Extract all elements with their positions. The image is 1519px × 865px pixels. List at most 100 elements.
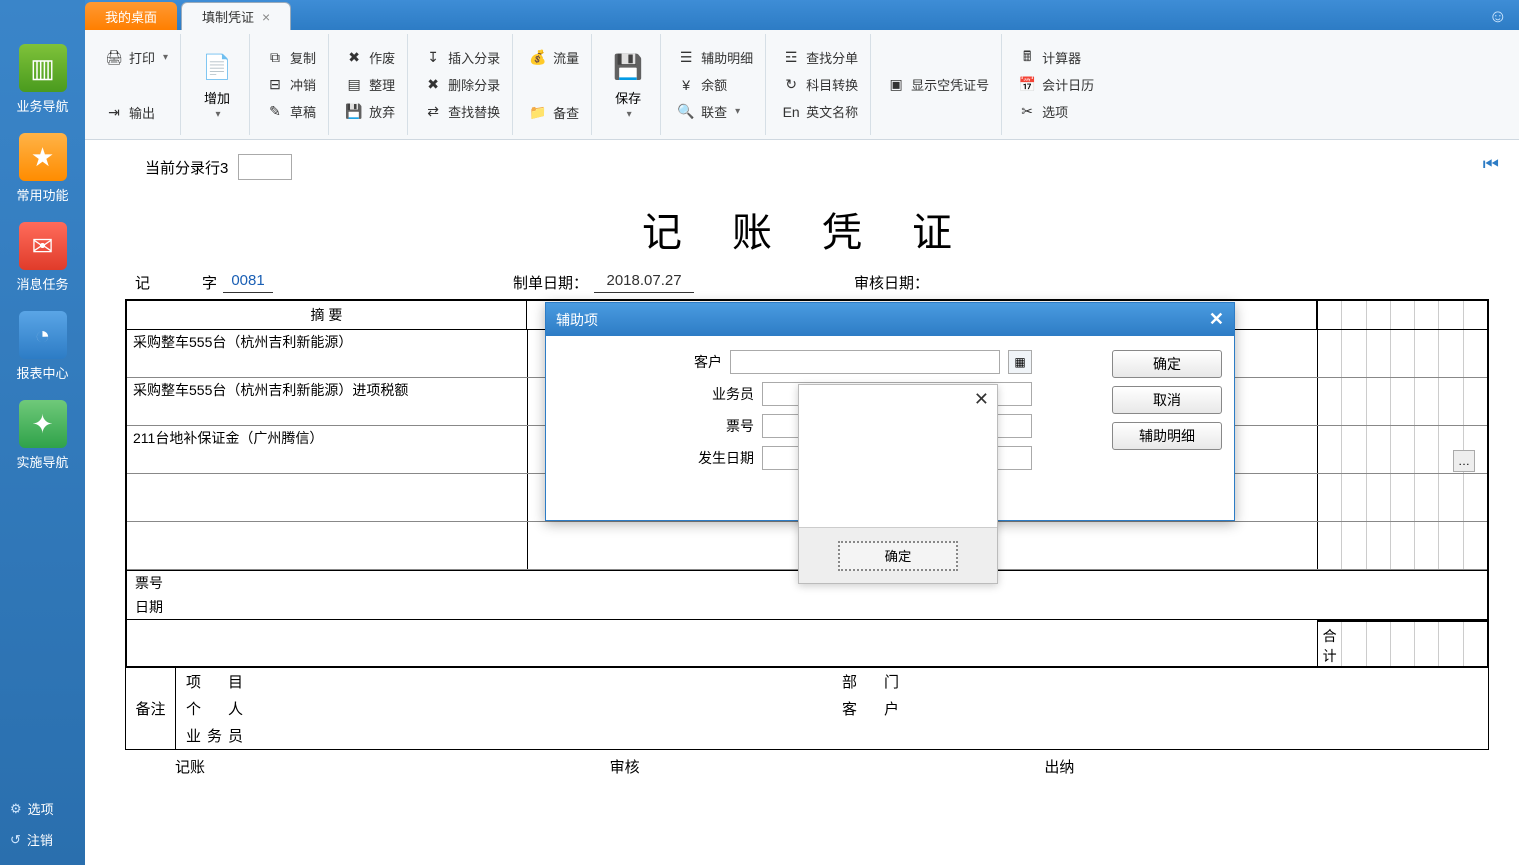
col-summary-head: 摘 要 bbox=[127, 301, 527, 329]
abandon-button[interactable]: 💾放弃 bbox=[341, 100, 399, 123]
flow-button[interactable]: 💰流量 bbox=[525, 46, 583, 69]
sign-cashier: 出纳 bbox=[1044, 756, 1479, 777]
delete-row-button[interactable]: ✖删除分录 bbox=[420, 73, 504, 96]
export-button[interactable]: ⇥输出 bbox=[101, 101, 172, 124]
field-customer-input[interactable] bbox=[730, 350, 1000, 374]
sidebar-options[interactable]: 选项 bbox=[0, 793, 85, 824]
tab-voucher-label: 填制凭证 bbox=[202, 7, 254, 26]
balance-button[interactable]: ¥余额 bbox=[673, 73, 757, 96]
copy-button[interactable]: ⧉复制 bbox=[262, 46, 320, 69]
sidebar-item-label: 实施导航 bbox=[16, 452, 68, 471]
drill-icon: 🔍 bbox=[677, 103, 695, 121]
voucher-summary-cell[interactable] bbox=[127, 522, 528, 569]
make-date-value[interactable]: 2018.07.27 bbox=[594, 272, 694, 293]
subject-convert-button[interactable]: ↻科目转换 bbox=[778, 73, 862, 96]
remarks-sales: 业务员 bbox=[176, 722, 832, 749]
draft-icon: ✎ bbox=[266, 103, 284, 121]
popup-close-icon[interactable]: ✕ bbox=[974, 389, 989, 410]
tools-icon: ✂ bbox=[1018, 103, 1036, 121]
voucher-summary-cell[interactable]: 采购整车555台（杭州吉利新能源） bbox=[127, 330, 528, 377]
field-date-label: 发生日期 bbox=[684, 448, 754, 468]
drill-button[interactable]: 🔍联查 bbox=[673, 100, 757, 123]
print-button[interactable]: 🖨打印 bbox=[101, 46, 172, 69]
sidebar-item-label: 报表中心 bbox=[16, 363, 68, 382]
sidebar-logout[interactable]: 注销 bbox=[0, 824, 85, 855]
english-name-button[interactable]: En英文名称 bbox=[778, 100, 862, 123]
remarks-project: 项 目 bbox=[176, 668, 832, 695]
sign-row: 记账 审核 出纳 bbox=[125, 750, 1489, 777]
tab-desktop[interactable]: 我的桌面 bbox=[85, 2, 177, 30]
add-button[interactable]: 📄 增加 bbox=[193, 46, 241, 124]
delete-icon: ✖ bbox=[424, 76, 442, 94]
sidebar-item-label: 消息任务 bbox=[16, 274, 68, 293]
sidebar-item-biznav[interactable]: ▥ 业务导航 bbox=[0, 38, 85, 121]
printer-icon: 🖨 bbox=[105, 48, 123, 66]
modal-ok-button[interactable]: 确定 bbox=[1112, 350, 1222, 378]
audit-date-label: 审核日期： bbox=[854, 272, 929, 293]
modal-titlebar[interactable]: 辅助项 ✕ bbox=[546, 303, 1234, 336]
balance-icon: ¥ bbox=[677, 76, 695, 94]
arrange-button[interactable]: ▤整理 bbox=[341, 73, 399, 96]
biznav-icon: ▥ bbox=[19, 44, 67, 92]
remarks-customer: 客 户 bbox=[832, 695, 1488, 722]
aux-icon: ☰ bbox=[677, 49, 695, 67]
modal-title-text: 辅助项 bbox=[556, 310, 598, 330]
ribbon-toolbar: 🖨打印 ⇥输出 📄 增加 ⧉复制 ⊟冲销 ✎草稿 ✖作废 ▤整理 💾放弃 ↧插入… bbox=[85, 30, 1519, 140]
en-icon: En bbox=[782, 103, 800, 121]
left-sidebar: ▥ 业务导航 ★ 常用功能 ✉ 消息任务 ◔ 报表中心 ✦ 实施导航 选项 注销 bbox=[0, 0, 85, 865]
voucher-head: 记 字 0081 制单日期： 2018.07.27 审核日期： bbox=[125, 272, 1489, 299]
modal-detail-button[interactable]: 辅助明细 bbox=[1112, 422, 1222, 450]
voucher-summary-cell[interactable]: 211台地补保证金（广州腾信） bbox=[127, 426, 528, 473]
voucher-summary-cell[interactable]: 采购整车555台（杭州吉利新能源）进项税额 bbox=[127, 378, 528, 425]
tab-voucher[interactable]: 填制凭证 × bbox=[181, 2, 291, 30]
smile-icon[interactable]: ☺ bbox=[1489, 6, 1507, 27]
calculator-button[interactable]: 🖩计算器 bbox=[1014, 46, 1098, 69]
tab-close-icon[interactable]: × bbox=[262, 9, 270, 25]
sidebar-item-favorites[interactable]: ★ 常用功能 bbox=[0, 127, 85, 210]
foot-ticket: 票号 bbox=[127, 571, 207, 595]
messages-icon: ✉ bbox=[19, 222, 67, 270]
voucher-summary-cell[interactable] bbox=[127, 474, 528, 521]
flow-icon: 💰 bbox=[529, 48, 547, 66]
void-button[interactable]: ✖作废 bbox=[341, 46, 399, 69]
remarks-box: 备注 项 目 部 门 个 人 客 户 业务员 bbox=[125, 668, 1489, 750]
add-icon: 📄 bbox=[199, 50, 235, 86]
sidebar-item-messages[interactable]: ✉ 消息任务 bbox=[0, 216, 85, 299]
find-bill-button[interactable]: ☲查找分单 bbox=[778, 46, 862, 69]
show-empty-button[interactable]: ▣显示空凭证号 bbox=[883, 73, 993, 96]
modal-close-icon[interactable]: ✕ bbox=[1209, 309, 1224, 330]
remarks-person: 个 人 bbox=[176, 695, 832, 722]
folder-icon: 📁 bbox=[529, 103, 547, 121]
aux-detail-button[interactable]: ☰辅助明细 bbox=[673, 46, 757, 69]
total-label: 合 计 bbox=[1318, 622, 1342, 666]
save-button[interactable]: 💾 保存 bbox=[604, 46, 652, 124]
gear-icon bbox=[10, 801, 22, 817]
offset-button[interactable]: ⊟冲销 bbox=[262, 73, 320, 96]
sidebar-bottom: 选项 注销 bbox=[0, 793, 85, 865]
sidebar-item-reports[interactable]: ◔ 报表中心 bbox=[0, 305, 85, 388]
calendar-button[interactable]: 📅会计日历 bbox=[1014, 73, 1098, 96]
tab-bar: 我的桌面 填制凭证 × ☺ bbox=[0, 0, 1519, 30]
modal-cancel-button[interactable]: 取消 bbox=[1112, 386, 1222, 414]
voucher-number[interactable]: 0081 bbox=[223, 272, 273, 293]
void-icon: ✖ bbox=[345, 49, 363, 67]
customer-picker-icon[interactable]: ▦ bbox=[1008, 350, 1032, 374]
memo-button[interactable]: 📁备查 bbox=[525, 101, 583, 124]
options-button[interactable]: ✂选项 bbox=[1014, 100, 1098, 123]
current-row-input[interactable] bbox=[238, 154, 292, 180]
find-replace-button[interactable]: ⇄查找替换 bbox=[420, 100, 504, 123]
sign-audit: 审核 bbox=[610, 756, 1045, 777]
sidebar-item-implnav[interactable]: ✦ 实施导航 bbox=[0, 394, 85, 477]
row-lookup-button[interactable]: … bbox=[1453, 450, 1475, 472]
voucher-zi: 字 bbox=[202, 272, 217, 293]
popup-ok-button[interactable]: 确定 bbox=[838, 541, 958, 571]
reports-icon: ◔ bbox=[19, 311, 67, 359]
save-icon: 💾 bbox=[610, 50, 646, 86]
foot-date: 日期 bbox=[127, 595, 207, 619]
showempty-icon: ▣ bbox=[887, 76, 905, 94]
remarks-label: 备注 bbox=[126, 668, 176, 749]
sidebar-item-label: 常用功能 bbox=[16, 185, 68, 204]
draft-button[interactable]: ✎草稿 bbox=[262, 100, 320, 123]
nav-first-icon[interactable]: ⏮ bbox=[1483, 154, 1499, 175]
insert-row-button[interactable]: ↧插入分录 bbox=[420, 46, 504, 69]
